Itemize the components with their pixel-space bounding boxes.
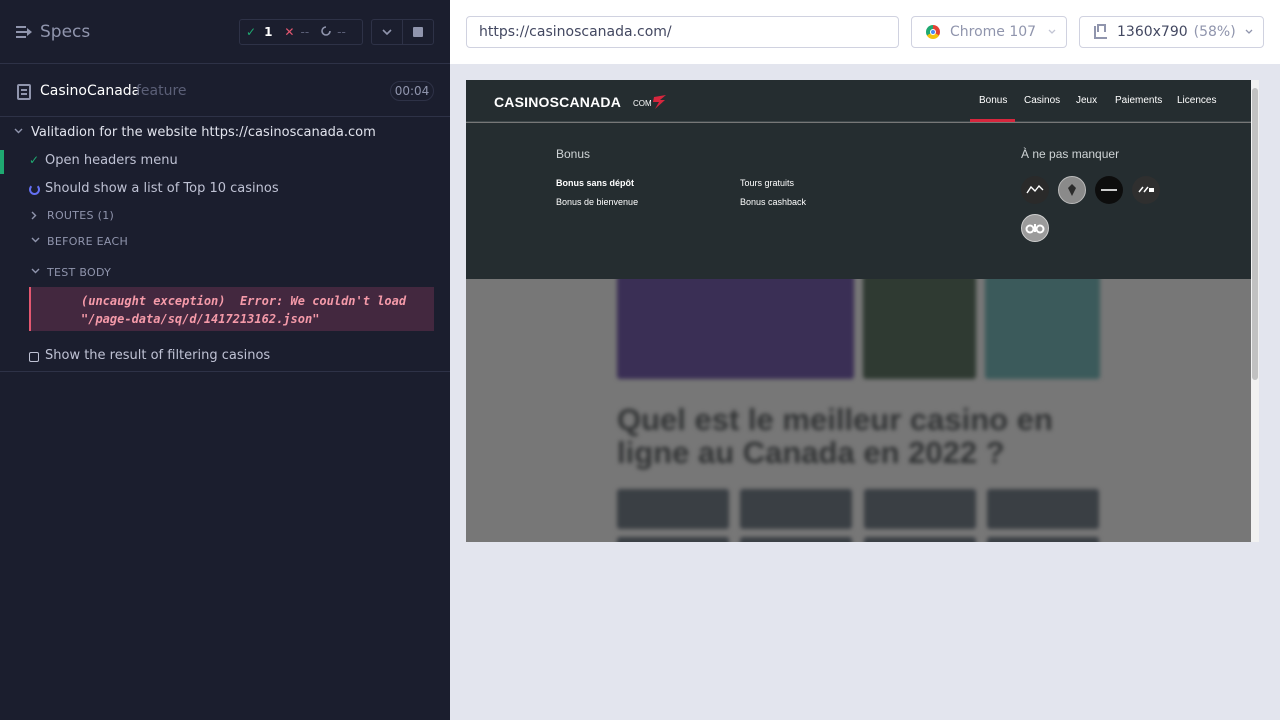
divider	[0, 371, 450, 372]
active-nav-indicator	[970, 119, 1015, 122]
app-under-test-frame: Quel est le meilleur casino en ligne au …	[466, 80, 1259, 542]
document-icon	[17, 84, 31, 100]
hook-before-each[interactable]: BEFORE EACH	[0, 232, 450, 252]
bonus-mega-menu: Bonus Bonus sans dépôt Tours gratuits Bo…	[466, 123, 1251, 279]
mega-menu-heading: Bonus	[556, 147, 591, 161]
aut-header: https://casinoscanada.com/ Chrome 107 13…	[450, 0, 1280, 64]
site-logo-suffix: COM	[633, 99, 652, 108]
category-button	[617, 537, 729, 542]
specs-list-icon	[16, 25, 32, 39]
browser-selector[interactable]: Chrome 107	[911, 16, 1067, 48]
viewport-scale: (58%)	[1193, 24, 1236, 40]
link-bonus-sans-depot[interactable]: Bonus sans dépôt	[556, 178, 634, 188]
category-button	[987, 489, 1099, 529]
passed-indicator-bar	[0, 150, 4, 174]
passed-stat: ✓ 1	[240, 25, 278, 39]
site-logo[interactable]: CASINOSCANADA	[494, 94, 621, 110]
suite-title: Valitadion for the website https://casin…	[31, 125, 376, 140]
site-navbar: CASINOSCANADA COM Bonus Casinos Jeux Pai…	[466, 80, 1251, 122]
category-button	[864, 489, 976, 529]
nav-jeux[interactable]: Jeux	[1076, 95, 1097, 106]
spec-file-extension: feature	[136, 83, 187, 99]
site-scrollbar[interactable]	[1251, 80, 1259, 542]
failed-stat: ✕ --	[278, 25, 315, 39]
run-stats: ✓ 1 ✕ -- --	[239, 19, 363, 45]
ojo-logo[interactable]	[1021, 214, 1049, 242]
nav-casinos[interactable]: Casinos	[1024, 95, 1060, 106]
reporter-header: Specs ✓ 1 ✕ -- --	[0, 0, 450, 64]
page-heading: Quel est le meilleur casino en ligne au …	[617, 402, 1053, 470]
link-bonus-cashback[interactable]: Bonus cashback	[740, 197, 806, 207]
running-spinner-icon	[29, 184, 40, 195]
logo-mark-icon	[653, 95, 666, 109]
nav-bonus[interactable]: Bonus	[979, 95, 1007, 106]
chevron-down-icon	[31, 237, 40, 243]
test-row-filtering-casinos[interactable]: Show the result of filtering casinos	[0, 345, 450, 369]
nav-licences[interactable]: Licences	[1177, 95, 1216, 106]
stop-icon	[413, 27, 424, 37]
hook-routes[interactable]: ROUTES (1)	[0, 206, 450, 226]
leovegas-logo[interactable]	[1058, 176, 1086, 204]
link-tours-gratuits[interactable]: Tours gratuits	[740, 178, 794, 188]
chevron-right-icon	[31, 211, 37, 220]
pending-count: --	[337, 25, 346, 39]
hero-card	[617, 269, 854, 379]
hook-label: TEST BODY	[47, 266, 112, 279]
test-reporter: Specs ✓ 1 ✕ -- -- CasinoCanada feature 0…	[0, 0, 450, 720]
error-text: (uncaught exception) Error: We couldn't …	[81, 294, 414, 326]
viewport-size: 1360x790	[1117, 24, 1188, 40]
specs-title: Specs	[40, 22, 91, 42]
chevron-down-icon	[1245, 29, 1253, 34]
check-icon: ✓	[246, 25, 257, 39]
test-title: Show the result of filtering casinos	[45, 348, 271, 363]
chevron-down-icon	[14, 128, 23, 134]
category-button	[864, 537, 976, 542]
hero-card	[985, 269, 1100, 379]
nav-paiements[interactable]: Paiements	[1115, 95, 1162, 106]
url-bar[interactable]: https://casinoscanada.com/	[466, 16, 899, 48]
test-title: Should show a list of Top 10 casinos	[45, 181, 279, 196]
spinner-icon	[321, 25, 331, 39]
browser-label: Chrome 107	[950, 24, 1037, 40]
run-controls	[371, 19, 434, 45]
category-button	[617, 489, 729, 529]
test-row-open-headers-menu[interactable]: ✓ Open headers menu	[0, 150, 450, 174]
pending-stat: --	[315, 25, 352, 39]
stop-button[interactable]	[402, 20, 433, 44]
category-button	[740, 489, 852, 529]
spec-file-bar: CasinoCanada feature 00:04	[0, 65, 450, 117]
x-icon: ✕	[284, 25, 295, 39]
specs-toggle[interactable]: Specs	[16, 20, 90, 44]
check-icon: ✓	[29, 153, 40, 167]
chevron-down-icon	[1048, 29, 1056, 34]
chrome-icon	[926, 25, 940, 39]
expand-all-button[interactable]	[372, 20, 402, 44]
scrollbar-thumb[interactable]	[1252, 88, 1258, 380]
page-background-content: Quel est le meilleur casino en ligne au …	[466, 269, 1251, 542]
viewport-size-icon	[1094, 23, 1107, 39]
hook-test-body[interactable]: TEST BODY	[0, 263, 450, 283]
hook-label: ROUTES (1)	[47, 209, 115, 222]
link-bonus-de-bienvenue[interactable]: Bonus de bienvenue	[556, 197, 638, 207]
failed-count: --	[300, 25, 310, 39]
passed-count: 1	[264, 25, 273, 39]
7bit-casino-logo[interactable]	[1021, 176, 1049, 204]
category-button	[987, 537, 1099, 542]
spec-file-name[interactable]: CasinoCanada	[40, 83, 140, 99]
spec-duration: 00:04	[390, 81, 434, 101]
22bet-logo[interactable]	[1132, 176, 1160, 204]
suite-title-row[interactable]: Valitadion for the website https://casin…	[0, 122, 450, 146]
error-message[interactable]: (uncaught exception) Error: We couldn't …	[29, 287, 434, 331]
playamo-logo[interactable]	[1095, 176, 1123, 204]
chevron-down-icon	[31, 268, 40, 274]
viewport-selector[interactable]: 1360x790 (58%)	[1079, 16, 1264, 48]
hero-card	[863, 269, 976, 379]
promo-heading: À ne pas manquer	[1021, 147, 1120, 161]
test-row-top-10-casinos[interactable]: Should show a list of Top 10 casinos	[0, 178, 450, 202]
test-title: Open headers menu	[45, 153, 178, 168]
category-button	[740, 537, 852, 542]
hook-label: BEFORE EACH	[47, 235, 129, 248]
chevron-down-icon	[382, 29, 392, 35]
pending-square-icon	[29, 352, 39, 362]
